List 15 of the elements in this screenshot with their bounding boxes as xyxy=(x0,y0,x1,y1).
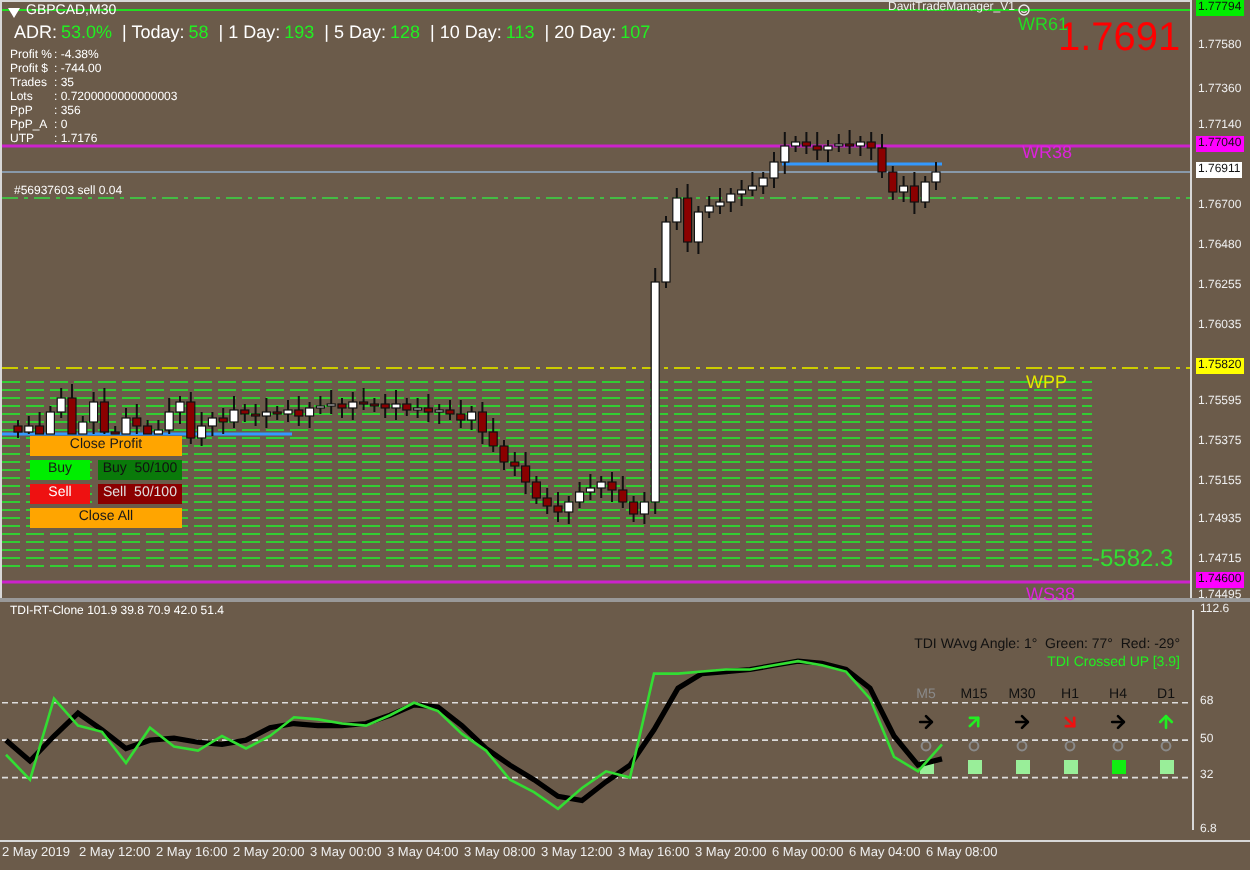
adr-label: | 10 Day: xyxy=(430,22,502,44)
level-label: WR38 xyxy=(1022,142,1073,162)
adr-value: 128 xyxy=(390,22,421,44)
adr-value: 193 xyxy=(284,22,315,44)
level-label: WS38 xyxy=(1026,584,1076,604)
adr-label: | 5 Day: xyxy=(324,22,387,44)
adr-label: | 20 Day: xyxy=(544,22,617,44)
balance-value: -5582.3 xyxy=(1092,546,1174,572)
adr-value: 113 xyxy=(505,22,535,44)
adr-value: 53.0% xyxy=(61,22,113,44)
adr-label: | 1 Day: xyxy=(218,22,281,44)
adr-label: ADR: xyxy=(14,22,58,44)
adr-label: | Today: xyxy=(122,22,185,44)
adr-value: 107 xyxy=(620,22,651,44)
adr-value: 58 xyxy=(188,22,209,44)
